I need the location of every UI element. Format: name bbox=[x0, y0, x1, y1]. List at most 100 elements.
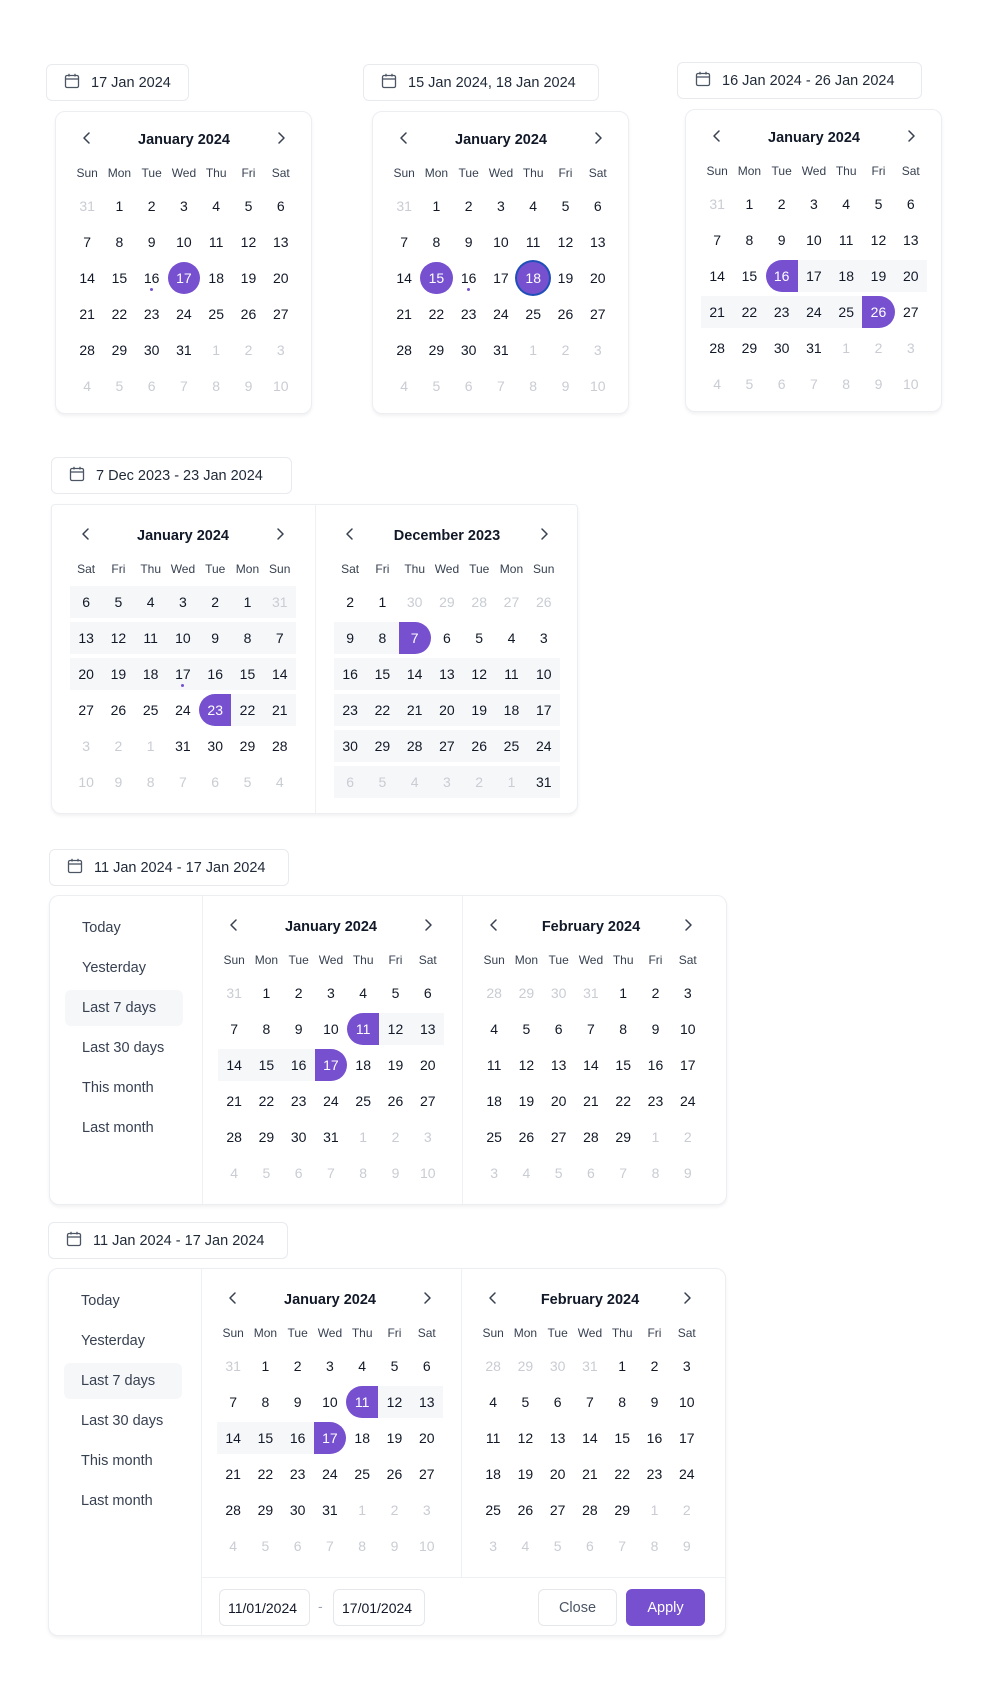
next-month-button[interactable] bbox=[584, 126, 612, 154]
day-cell[interactable]: 27 bbox=[542, 1494, 574, 1526]
day-cell[interactable]: 1 bbox=[135, 730, 167, 762]
day-cell[interactable]: 18 bbox=[346, 1422, 378, 1454]
day-cell[interactable]: 24 bbox=[314, 1458, 346, 1490]
day-cell[interactable]: 14 bbox=[398, 658, 431, 690]
next-month-button[interactable] bbox=[267, 126, 295, 154]
day-cell[interactable]: 7 bbox=[606, 1530, 638, 1562]
day-cell[interactable]: 10 bbox=[412, 1157, 444, 1189]
day-cell[interactable]: 2 bbox=[766, 188, 798, 220]
day-cell[interactable]: 10 bbox=[265, 370, 297, 402]
day-cell[interactable]: 11 bbox=[830, 224, 862, 256]
preset-item[interactable]: Yesterday bbox=[64, 1323, 182, 1359]
day-cell[interactable]: 28 bbox=[217, 1494, 249, 1526]
day-cell[interactable]: 15 bbox=[420, 262, 453, 294]
day-cell[interactable]: 19 bbox=[378, 1422, 410, 1454]
date-trigger-single[interactable]: 17 Jan 2024 bbox=[46, 64, 189, 101]
preset-item[interactable]: This month bbox=[64, 1443, 182, 1479]
day-cell[interactable]: 9 bbox=[453, 226, 485, 258]
day-cell[interactable]: 16 bbox=[334, 658, 367, 690]
day-cell[interactable]: 6 bbox=[574, 1530, 606, 1562]
day-cell[interactable]: 2 bbox=[136, 190, 168, 222]
day-cell[interactable]: 2 bbox=[283, 977, 315, 1009]
day-cell[interactable]: 6 bbox=[543, 1013, 575, 1045]
day-cell[interactable]: 1 bbox=[366, 586, 398, 618]
day-cell[interactable]: 6 bbox=[411, 1350, 443, 1382]
day-cell[interactable]: 28 bbox=[218, 1121, 250, 1153]
day-cell[interactable]: 7 bbox=[798, 368, 830, 400]
day-cell[interactable]: 13 bbox=[582, 226, 614, 258]
day-cell[interactable]: 10 bbox=[315, 1013, 347, 1045]
day-cell[interactable]: 30 bbox=[199, 730, 231, 762]
day-cell[interactable]: 6 bbox=[766, 368, 798, 400]
prev-month-button[interactable] bbox=[480, 913, 508, 941]
day-cell[interactable]: 1 bbox=[231, 586, 264, 618]
day-cell[interactable]: 31 bbox=[485, 334, 517, 366]
day-cell[interactable]: 12 bbox=[379, 1013, 412, 1045]
day-cell[interactable]: 29 bbox=[103, 334, 135, 366]
day-cell[interactable]: 28 bbox=[388, 334, 420, 366]
day-cell[interactable]: 3 bbox=[582, 334, 614, 366]
day-cell[interactable]: 25 bbox=[478, 1121, 510, 1153]
day-cell[interactable]: 20 bbox=[430, 694, 464, 726]
day-cell[interactable]: 15 bbox=[231, 658, 264, 690]
day-cell[interactable]: 7 bbox=[388, 226, 420, 258]
date-trigger-range-presets[interactable]: 11 Jan 2024 - 17 Jan 2024 bbox=[49, 849, 289, 886]
day-cell[interactable]: 22 bbox=[231, 694, 264, 726]
day-cell[interactable]: 6 bbox=[334, 766, 367, 798]
day-cell[interactable]: 5 bbox=[378, 1350, 410, 1382]
day-cell[interactable]: 1 bbox=[639, 1121, 671, 1153]
day-cell[interactable]: 8 bbox=[200, 370, 232, 402]
prev-month-button[interactable] bbox=[703, 124, 731, 152]
day-cell[interactable]: 26 bbox=[379, 1085, 411, 1117]
day-cell[interactable]: 27 bbox=[265, 298, 297, 330]
day-cell[interactable]: 4 bbox=[477, 1386, 509, 1418]
day-cell[interactable]: 4 bbox=[347, 977, 379, 1009]
next-month-button[interactable] bbox=[674, 913, 702, 941]
day-cell[interactable]: 5 bbox=[510, 1013, 542, 1045]
prev-month-button[interactable] bbox=[336, 522, 364, 550]
day-cell[interactable]: 14 bbox=[574, 1422, 606, 1454]
day-cell[interactable]: 16 bbox=[136, 262, 168, 294]
day-cell[interactable]: 8 bbox=[103, 226, 135, 258]
day-cell[interactable]: 12 bbox=[509, 1422, 541, 1454]
day-cell[interactable]: 9 bbox=[672, 1157, 704, 1189]
day-cell[interactable]: 28 bbox=[701, 332, 733, 364]
day-cell[interactable]: 7 bbox=[574, 1386, 606, 1418]
day-cell[interactable]: 5 bbox=[543, 1157, 575, 1189]
day-cell[interactable]: 23 bbox=[334, 694, 367, 726]
day-cell[interactable]: 21 bbox=[71, 298, 103, 330]
day-cell[interactable]: 22 bbox=[733, 296, 766, 328]
day-cell[interactable]: 20 bbox=[70, 658, 103, 690]
day-cell[interactable]: 3 bbox=[166, 586, 200, 618]
day-cell[interactable]: 6 bbox=[199, 766, 231, 798]
day-cell[interactable]: 8 bbox=[420, 226, 452, 258]
day-cell[interactable]: 9 bbox=[136, 226, 168, 258]
day-cell[interactable]: 1 bbox=[517, 334, 549, 366]
day-cell[interactable]: 5 bbox=[463, 622, 495, 654]
day-cell[interactable]: 26 bbox=[463, 730, 496, 762]
day-cell[interactable]: 30 bbox=[399, 586, 431, 618]
day-cell[interactable]: 5 bbox=[379, 977, 411, 1009]
day-cell[interactable]: 19 bbox=[463, 694, 496, 726]
day-cell[interactable]: 18 bbox=[478, 1085, 510, 1117]
day-cell[interactable]: 2 bbox=[232, 334, 264, 366]
day-cell[interactable]: 14 bbox=[575, 1049, 607, 1081]
day-cell[interactable]: 4 bbox=[509, 1530, 541, 1562]
day-cell[interactable]: 8 bbox=[249, 1386, 281, 1418]
day-cell[interactable]: 1 bbox=[200, 334, 232, 366]
day-cell[interactable]: 29 bbox=[431, 586, 463, 618]
day-cell[interactable]: 11 bbox=[134, 622, 167, 654]
day-cell[interactable]: 1 bbox=[733, 188, 765, 220]
day-cell[interactable]: 22 bbox=[103, 298, 135, 330]
day-cell[interactable]: 24 bbox=[797, 296, 831, 328]
day-cell[interactable]: 7 bbox=[218, 1013, 250, 1045]
day-cell[interactable]: 8 bbox=[607, 1013, 639, 1045]
day-cell[interactable]: 27 bbox=[70, 694, 102, 726]
day-cell[interactable]: 2 bbox=[282, 1350, 314, 1382]
day-cell[interactable]: 19 bbox=[102, 658, 135, 690]
day-cell[interactable]: 7 bbox=[607, 1157, 639, 1189]
day-cell[interactable]: 25 bbox=[517, 298, 549, 330]
day-cell[interactable]: 15 bbox=[366, 658, 399, 690]
day-cell[interactable]: 2 bbox=[671, 1494, 703, 1526]
day-cell[interactable]: 2 bbox=[378, 1494, 410, 1526]
